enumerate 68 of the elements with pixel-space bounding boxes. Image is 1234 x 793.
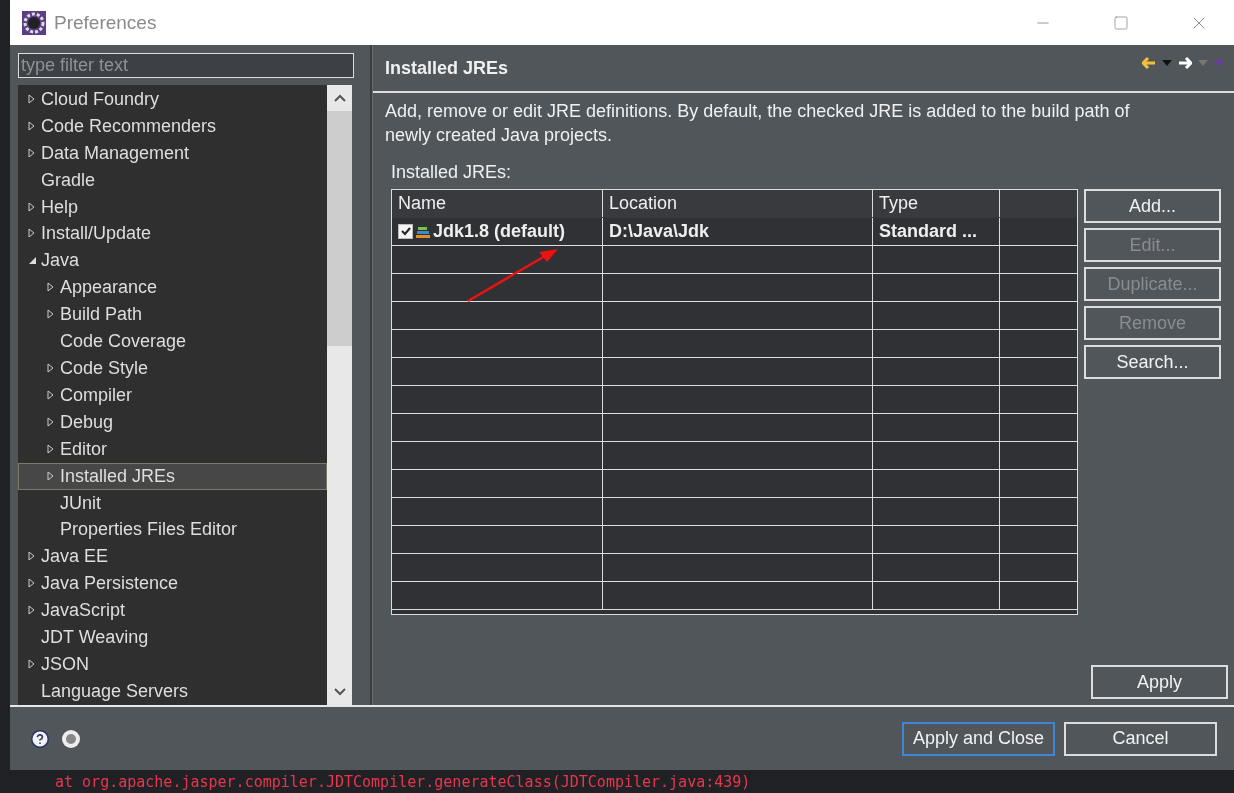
tree-item[interactable]: Appearance [18, 274, 327, 302]
expand-triangle-icon[interactable] [47, 443, 55, 455]
apply-button[interactable]: Apply [1091, 665, 1228, 699]
expand-triangle-icon[interactable] [47, 416, 55, 428]
tree-item[interactable]: Java [18, 247, 327, 275]
expand-triangle-icon[interactable] [47, 389, 55, 401]
tree-item[interactable]: Compiler [18, 381, 327, 409]
tree-item[interactable]: JUnit [18, 489, 327, 517]
forward-arrow-icon[interactable] [1178, 57, 1192, 69]
scroll-up-icon[interactable] [332, 93, 347, 103]
tree-item[interactable]: Code Coverage [18, 328, 327, 356]
expand-triangle-icon[interactable] [28, 578, 36, 590]
scroll-down-icon[interactable] [332, 687, 347, 697]
tree-item[interactable]: Java EE [18, 543, 327, 571]
expand-triangle-icon[interactable] [28, 93, 36, 105]
expand-triangle-icon[interactable] [28, 201, 36, 213]
page-title: Installed JREs [385, 57, 509, 79]
tree-item[interactable]: Editor [18, 435, 327, 463]
gear-icon [22, 10, 46, 35]
window-title: Preferences [54, 11, 158, 34]
dropdown-icon[interactable] [1162, 60, 1172, 66]
tree-item[interactable]: JDT Weaving [18, 624, 327, 652]
tree-item[interactable]: Language Servers [18, 677, 327, 705]
footer-button[interactable]: Apply and Close [902, 721, 1055, 756]
tree-item[interactable]: Debug [18, 408, 327, 436]
help-icon[interactable] [30, 728, 50, 749]
expand-triangle-icon[interactable] [47, 282, 55, 294]
table-cell: Standard ... [873, 218, 1000, 245]
tree-item[interactable]: Installed JREs [18, 462, 327, 490]
side-button[interactable]: Add... [1084, 189, 1221, 223]
background-code-line: at org.apache.jasper.compiler.JDTCompiler.generateClass(JDTCompiler.java:439) [55, 772, 751, 791]
tree-item[interactable]: Code Recommenders [18, 112, 327, 140]
back-arrow-icon[interactable] [1142, 57, 1156, 69]
expand-triangle-icon[interactable] [28, 147, 36, 159]
tree-item[interactable]: Properties Files Editor [18, 516, 327, 544]
filter-field[interactable]: type filter text [18, 53, 354, 78]
tree-item[interactable]: Build Path [18, 301, 327, 329]
side-button[interactable]: Search... [1084, 345, 1221, 379]
expand-triangle-icon[interactable] [47, 363, 55, 374]
expand-triangle-icon[interactable] [28, 659, 36, 670]
expand-triangle-icon[interactable] [28, 228, 36, 240]
table-cell: D:\Java\Jdk [603, 218, 873, 245]
tree-item[interactable]: Data Management [18, 139, 327, 167]
collapse-triangle-icon[interactable] [27, 256, 37, 266]
expand-triangle-icon[interactable] [28, 605, 36, 617]
page-description: Add, remove or edit JRE definitions. By default, the checked JRE is added to the build path of newly created Java projects. [385, 100, 1131, 147]
tree-item[interactable]: Help [18, 193, 327, 221]
scrollbar[interactable] [327, 85, 352, 705]
jre-name: Jdk1.8 (default) [433, 221, 566, 242]
expand-triangle-icon[interactable] [47, 470, 55, 482]
tree-item[interactable]: JSON [18, 651, 327, 678]
tree-item[interactable]: Cloud Foundry [18, 86, 327, 113]
table-label: Installed JREs: [391, 162, 513, 183]
column-header[interactable]: Name [392, 190, 603, 217]
expand-triangle-icon[interactable] [28, 120, 36, 132]
tree-item[interactable]: JavaScript [18, 597, 327, 625]
tree-item[interactable]: Java Persistence [18, 570, 327, 598]
tree-item[interactable]: Gradle [18, 166, 327, 194]
tree-item[interactable]: Install/Update [18, 220, 327, 248]
library-icon [416, 225, 430, 238]
expand-triangle-icon[interactable] [28, 551, 36, 563]
column-header[interactable]: Type [873, 190, 1000, 217]
column-header[interactable]: Location [603, 190, 873, 217]
expand-triangle-icon[interactable] [47, 309, 55, 321]
record-icon[interactable] [62, 729, 80, 748]
checkbox[interactable] [398, 224, 413, 239]
tree-item[interactable]: Code Style [18, 355, 327, 382]
footer-button[interactable]: Cancel [1064, 721, 1217, 756]
